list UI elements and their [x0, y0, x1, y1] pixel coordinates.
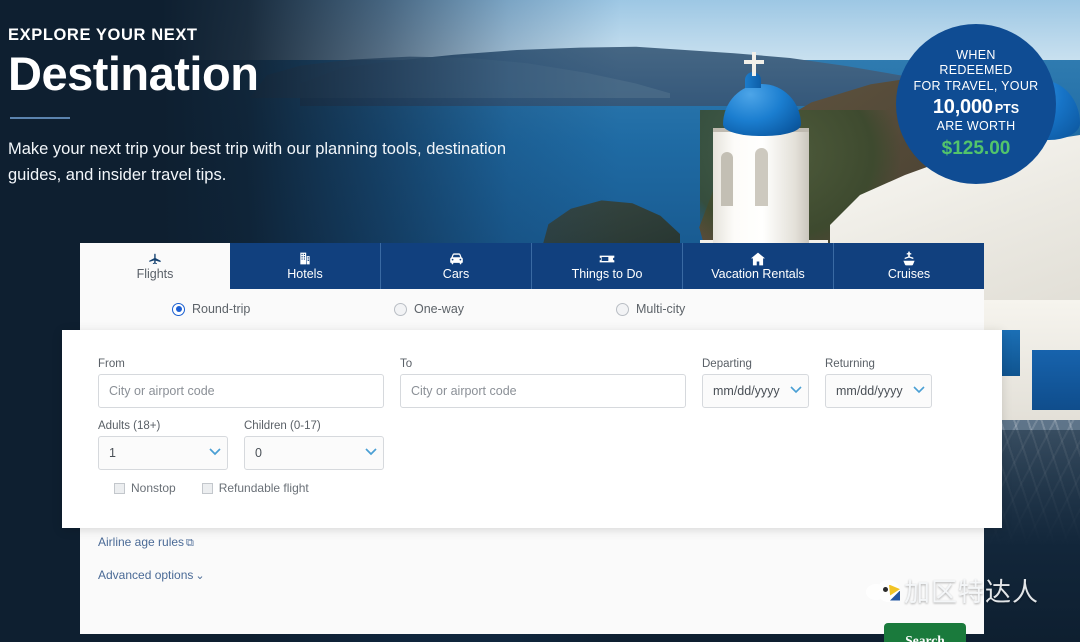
badge-line-3: FOR TRAVEL, YOUR — [913, 78, 1039, 93]
adults-select-wrap: 1 — [98, 436, 228, 470]
search-fields-panel: From To Departing mm/dd/yyyy — [62, 330, 1002, 528]
fields-row-travelers: Adults (18+) 1 Children (0-17) 0 — [98, 420, 966, 470]
travel-search-widget: Flights Hotels Cars Things to Do Vacatio… — [62, 243, 1002, 642]
checkbox-refundable-flight[interactable]: Refundable flight — [201, 481, 309, 495]
radio-one-way[interactable]: One-way — [394, 302, 616, 316]
tab-cars-label: Cars — [442, 267, 470, 281]
tab-vacation-rentals-label: Vacation Rentals — [711, 267, 805, 281]
field-adults: Adults (18+) 1 — [98, 420, 228, 470]
badge-line-1: WHEN — [956, 48, 996, 63]
radio-round-trip-indicator — [172, 302, 185, 316]
page-root: EXPLORE YOUR NEXT Destination Make your … — [0, 0, 1080, 642]
field-departing-label: Departing — [702, 358, 752, 370]
from-input[interactable] — [98, 374, 384, 408]
page-title: Destination — [8, 47, 259, 100]
form-links: Airline age rules ⧉ Advanced options ⌄ — [98, 535, 205, 600]
church-drum — [713, 130, 809, 246]
returning-date-select[interactable]: mm/dd/yyyy — [825, 374, 932, 408]
children-count-select[interactable]: 0 — [244, 436, 384, 470]
departing-date-select[interactable]: mm/dd/yyyy — [702, 374, 809, 408]
title-divider — [10, 117, 70, 120]
tab-flights-label: Flights — [136, 267, 174, 281]
watermark: 加区特达人 — [866, 572, 1039, 609]
field-from: From — [98, 358, 384, 408]
link-advanced-options-label: Advanced options — [98, 568, 194, 582]
radio-multi-city-label: Multi-city — [636, 302, 686, 316]
badge-line-5: ARE WORTH — [936, 119, 1016, 134]
tab-things-to-do[interactable]: Things to Do — [532, 243, 683, 289]
chevron-down-icon: ⌄ — [195, 570, 205, 582]
chat-bubble-bird-icon — [866, 578, 900, 604]
link-airline-age-rules-label: Airline age rules — [98, 535, 185, 549]
tab-cars[interactable]: Cars — [381, 243, 532, 289]
tab-flights[interactable]: Flights — [80, 243, 230, 289]
adults-count-select[interactable]: 1 — [98, 436, 228, 470]
field-to-label: To — [400, 358, 413, 370]
trip-type-radio-group: Round-trip One-way Multi-city — [80, 289, 984, 329]
children-select-wrap: 0 — [244, 436, 384, 470]
badge-points-row: 10,000 PTS — [933, 95, 1019, 119]
blue-door — [1032, 350, 1080, 410]
returning-select-wrap: mm/dd/yyyy — [825, 374, 932, 408]
departing-select-wrap: mm/dd/yyyy — [702, 374, 809, 408]
search-tabs: Flights Hotels Cars Things to Do Vacatio… — [80, 243, 984, 289]
badge-cash-value: $125.00 — [941, 137, 1011, 159]
badge-line-2: REDEEMED — [939, 63, 1013, 78]
field-departing: Departing mm/dd/yyyy — [702, 358, 809, 408]
car-icon — [448, 251, 465, 266]
radio-multi-city[interactable]: Multi-city — [616, 302, 838, 316]
tab-things-to-do-label: Things to Do — [571, 267, 643, 281]
checkbox-nonstop-label: Nonstop — [131, 481, 176, 495]
tab-cruises[interactable]: Cruises — [834, 243, 984, 289]
checkbox-refundable-flight-box — [201, 482, 213, 494]
external-link-icon: ⧉ — [186, 537, 194, 549]
tab-hotels[interactable]: Hotels — [230, 243, 381, 289]
radio-round-trip[interactable]: Round-trip — [172, 302, 394, 316]
flight-option-checkboxes: Nonstop Refundable flight — [98, 481, 966, 495]
field-children: Children (0-17) 0 — [244, 420, 384, 470]
field-children-label: Children (0-17) — [244, 420, 321, 432]
cross-icon — [752, 52, 756, 76]
field-returning: Returning mm/dd/yyyy — [825, 358, 932, 408]
home-icon — [750, 251, 766, 266]
fields-row-locations-dates: From To Departing mm/dd/yyyy — [98, 358, 966, 408]
checkbox-nonstop[interactable]: Nonstop — [114, 481, 176, 495]
radio-multi-city-indicator — [616, 302, 629, 316]
ticket-icon — [599, 251, 615, 266]
badge-points-unit: PTS — [994, 101, 1020, 116]
field-to: To — [400, 358, 686, 408]
tab-hotels-label: Hotels — [287, 267, 323, 281]
cruise-ship-icon — [902, 251, 916, 266]
points-value-badge: WHEN REDEEMED FOR TRAVEL, YOUR 10,000 PTS… — [896, 24, 1056, 184]
tab-cruises-label: Cruises — [887, 267, 931, 281]
cross-icon-bar — [744, 60, 764, 64]
trip-type-bar: Round-trip One-way Multi-city — [80, 289, 984, 329]
hero-subcopy: Make your next trip your best trip with … — [8, 140, 507, 184]
link-advanced-options[interactable]: Advanced options ⌄ — [98, 568, 205, 582]
field-adults-label: Adults (18+) — [98, 420, 161, 432]
airplane-icon — [147, 251, 163, 266]
radio-one-way-label: One-way — [414, 302, 465, 316]
radio-round-trip-label: Round-trip — [192, 302, 251, 316]
search-button[interactable]: Search — [884, 623, 966, 642]
to-input[interactable] — [400, 374, 686, 408]
badge-points-number: 10,000 — [932, 95, 993, 118]
hotel-icon — [298, 251, 312, 266]
watermark-text: 加区特达人 — [904, 578, 1040, 608]
hero-kicker: EXPLORE YOUR NEXT — [8, 26, 198, 44]
checkbox-refundable-flight-label: Refundable flight — [218, 481, 309, 495]
tab-vacation-rentals[interactable]: Vacation Rentals — [683, 243, 834, 289]
field-returning-label: Returning — [825, 358, 875, 370]
checkbox-nonstop-box — [114, 482, 125, 494]
field-from-label: From — [98, 358, 125, 370]
hero-text-block: EXPLORE YOUR NEXT Destination Make your … — [8, 26, 568, 188]
radio-one-way-indicator — [394, 302, 407, 316]
link-airline-age-rules[interactable]: Airline age rules ⧉ — [98, 535, 205, 550]
